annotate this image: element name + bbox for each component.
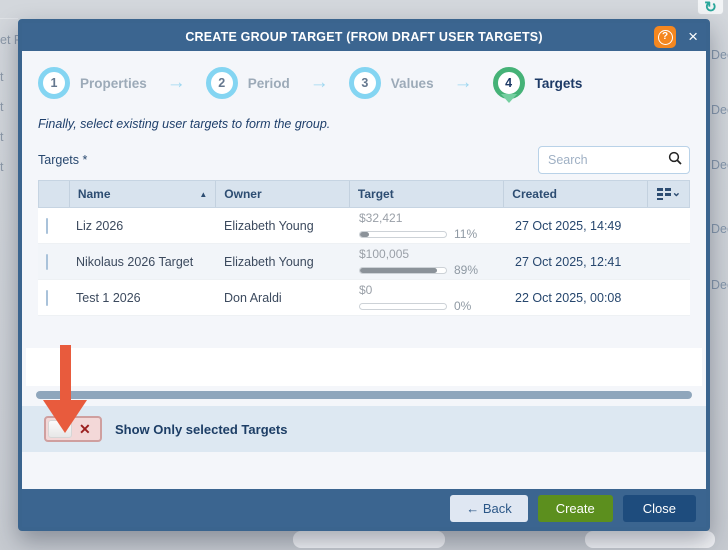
active-step-pointer: [501, 94, 517, 103]
annotation-arrow: [60, 345, 71, 402]
step-2-label: Period: [248, 76, 290, 91]
target-owner: Don Araldi: [216, 291, 351, 305]
help-icon: ?: [658, 30, 673, 45]
target-name: Nikolaus 2026 Target: [68, 255, 216, 269]
targets-field-label: Targets *: [38, 153, 87, 167]
show-selected-toggle-row: ✕ Show Only selected Targets: [22, 406, 706, 452]
step-3-circle[interactable]: 3: [349, 67, 381, 99]
step-arrow-icon: →: [167, 72, 186, 94]
progress-percent: 89%: [454, 263, 478, 277]
sort-ascending-icon: ▲: [199, 190, 207, 199]
back-button[interactable]: ← Back: [450, 495, 528, 522]
search-box: [538, 146, 690, 174]
bg-text-fragment: Dec: [711, 222, 728, 236]
close-button[interactable]: Close: [623, 495, 696, 522]
step-4-circle[interactable]: 4: [493, 67, 525, 99]
step-2-circle[interactable]: 2: [206, 67, 238, 99]
search-icon: [668, 151, 682, 170]
step-targets: 4 Targets: [493, 67, 603, 99]
step-properties: 1 Properties: [38, 67, 167, 99]
progress-percent: 0%: [454, 299, 471, 313]
target-owner: Elizabeth Young: [216, 255, 351, 269]
bg-card: [293, 531, 445, 548]
step-arrow-icon: →: [454, 72, 473, 94]
bg-text-fragment: Dec: [711, 278, 728, 292]
target-amount: $32,421: [359, 212, 499, 225]
create-group-target-dialog: CREATE GROUP TARGET (FROM DRAFT USER TAR…: [18, 19, 710, 531]
step-arrow-icon: →: [310, 72, 329, 94]
step-description: Finally, select existing user targets to…: [38, 117, 706, 131]
target-amount: $0: [359, 284, 499, 297]
bg-text-fragment: Dec: [711, 48, 728, 62]
horizontal-scrollbar[interactable]: [36, 391, 692, 399]
select-column-header: [39, 181, 69, 207]
target-progress-cell: $32,421 11%: [351, 210, 507, 241]
create-button[interactable]: Create: [538, 495, 613, 522]
target-created: 27 Oct 2025, 12:41: [507, 255, 652, 269]
row-checkbox[interactable]: [46, 218, 48, 234]
column-picker[interactable]: ⌄: [647, 181, 689, 207]
target-name: Liz 2026: [68, 219, 216, 233]
bg-card: [585, 531, 715, 548]
step-1-label: Properties: [80, 76, 147, 91]
column-header-target[interactable]: Target: [349, 181, 503, 207]
row-checkbox[interactable]: [46, 254, 48, 270]
dialog-header: CREATE GROUP TARGET (FROM DRAFT USER TAR…: [22, 23, 706, 51]
table-row[interactable]: Test 1 2026 Don Araldi $0 0% 22 Oct 2025…: [38, 280, 690, 316]
bg-text-fragment: t: [0, 160, 3, 174]
target-amount: $100,005: [359, 248, 499, 261]
dialog-footer: ← Back Create Close: [22, 489, 706, 527]
step-4-label: Targets: [535, 76, 583, 91]
target-progress-cell: $0 0%: [351, 282, 507, 313]
step-1-circle[interactable]: 1: [38, 67, 70, 99]
bg-text-fragment: Dec: [711, 158, 728, 172]
step-3-label: Values: [391, 76, 434, 91]
column-header-owner[interactable]: Owner: [215, 181, 349, 207]
bg-text-fragment: t: [0, 70, 3, 84]
step-4-number: 4: [505, 76, 512, 90]
annotation-arrow-head: [43, 400, 87, 433]
target-progress-cell: $100,005 89%: [351, 246, 507, 277]
targets-table: Name ▲ Owner Target Created ⌄ Liz 2026 E…: [38, 180, 690, 316]
target-created: 27 Oct 2025, 14:49: [507, 219, 652, 233]
columns-grid-icon: [656, 187, 672, 201]
refresh-icon: ↻: [697, 0, 724, 15]
target-name: Test 1 2026: [68, 291, 216, 305]
table-row[interactable]: Liz 2026 Elizabeth Young $32,421 11% 27 …: [38, 208, 690, 244]
dialog-title: CREATE GROUP TARGET (FROM DRAFT USER TAR…: [22, 30, 706, 44]
target-created: 22 Oct 2025, 00:08: [507, 291, 652, 305]
column-header-created[interactable]: Created: [503, 181, 647, 207]
column-header-name-label: Name: [78, 187, 111, 201]
dialog-content: 1 Properties → 2 Period → 3 Values → 4 T…: [22, 51, 706, 489]
progress-track: [359, 231, 447, 238]
step-period: 2 Period: [206, 67, 310, 99]
target-owner: Elizabeth Young: [216, 219, 351, 233]
step-values: 3 Values: [349, 67, 454, 99]
bg-text-fragment: Dec: [711, 103, 728, 117]
wizard-stepper: 1 Properties → 2 Period → 3 Values → 4 T…: [22, 51, 706, 99]
bg-text-fragment: t: [0, 130, 3, 144]
column-header-name[interactable]: Name ▲: [69, 181, 215, 207]
progress-percent: 11%: [454, 227, 477, 241]
close-icon[interactable]: ×: [676, 27, 706, 47]
chevron-down-icon: ⌄: [672, 186, 681, 199]
table-scroll-area: [26, 348, 702, 386]
bg-text-fragment: t: [0, 100, 3, 114]
table-row[interactable]: Nikolaus 2026 Target Elizabeth Young $10…: [38, 244, 690, 280]
progress-track: [359, 303, 447, 310]
table-header: Name ▲ Owner Target Created ⌄: [38, 180, 690, 208]
progress-track: [359, 267, 447, 274]
row-checkbox[interactable]: [46, 290, 48, 306]
progress-fill: [360, 268, 437, 273]
toggle-label: Show Only selected Targets: [115, 422, 287, 437]
progress-fill: [360, 232, 369, 237]
help-button[interactable]: ?: [654, 26, 676, 48]
search-input[interactable]: [546, 152, 668, 168]
